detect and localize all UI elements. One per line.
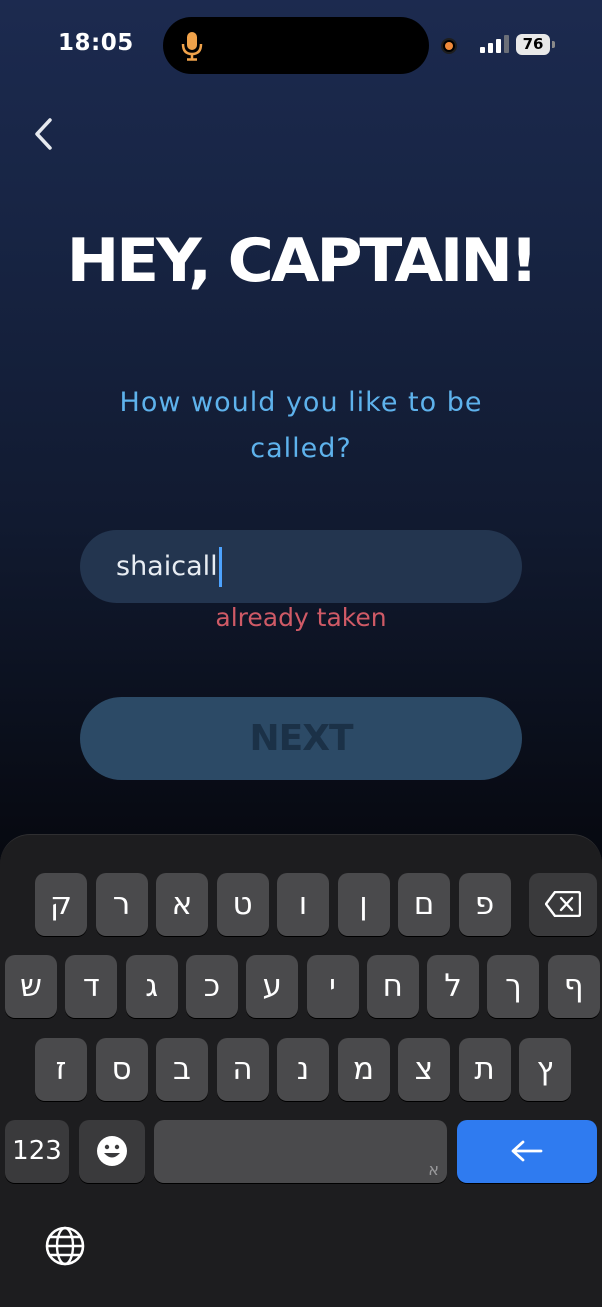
key-letter[interactable]: ב — [156, 1038, 208, 1101]
key-letter[interactable]: ץ — [519, 1038, 571, 1101]
key-letter[interactable]: ש — [5, 955, 57, 1018]
space-language-hint: א — [428, 1160, 439, 1179]
chevron-left-icon — [35, 118, 52, 150]
key-letter[interactable]: ק — [35, 873, 87, 936]
globe-icon[interactable] — [44, 1225, 86, 1267]
delete-key[interactable] — [529, 873, 597, 936]
key-letter[interactable]: פ — [458, 873, 511, 936]
key-letter[interactable]: ל — [427, 955, 480, 1018]
backspace-icon — [544, 890, 582, 918]
key-letter[interactable]: נ — [277, 1038, 329, 1101]
signal-icon — [480, 35, 509, 53]
emoji-icon — [97, 1136, 127, 1166]
key-letter[interactable]: ט — [216, 873, 269, 936]
space-key[interactable]: א — [154, 1120, 447, 1183]
key-letter[interactable]: מ — [337, 1038, 390, 1101]
page-title: HEY, CAPTAIN! — [66, 226, 539, 296]
text-caret — [218, 546, 222, 587]
key-letter[interactable]: ד — [65, 955, 118, 1018]
recording-indicator-icon — [441, 38, 457, 54]
username-input-value: shaicall — [116, 551, 218, 582]
emoji-key[interactable] — [79, 1120, 145, 1183]
username-input[interactable]: shaicall — [80, 530, 522, 603]
key-letter[interactable]: ו — [277, 873, 329, 936]
key-letter[interactable]: ך — [487, 955, 540, 1018]
next-button[interactable]: NEXT — [80, 697, 522, 780]
key-letter[interactable]: ע — [246, 955, 299, 1018]
key-letter[interactable]: ם — [398, 873, 450, 936]
back-button[interactable] — [28, 112, 62, 156]
battery-icon: 76 — [516, 34, 556, 56]
key-letter[interactable]: כ — [185, 955, 238, 1018]
return-key[interactable] — [457, 1120, 597, 1183]
return-arrow-icon — [511, 1140, 543, 1162]
key-letter[interactable]: ן — [337, 873, 390, 936]
signup-screen: 18:05 76 HEY, CAPTAIN! How would you lik… — [0, 0, 602, 1307]
microphone-icon — [181, 32, 203, 61]
key-letter[interactable]: ס — [95, 1038, 148, 1101]
key-letter[interactable]: י — [306, 955, 359, 1018]
page-subtitle: How would you like to be called? — [119, 387, 483, 464]
username-error: already taken — [215, 603, 387, 632]
key-letter[interactable]: א — [156, 873, 208, 936]
key-letter[interactable]: צ — [398, 1038, 450, 1101]
key-letter[interactable]: ח — [366, 955, 419, 1018]
key-letter[interactable]: ר — [95, 873, 148, 936]
numbers-key[interactable]: 123 — [5, 1120, 69, 1183]
key-letter[interactable]: ז — [35, 1038, 87, 1101]
key-letter[interactable]: ג — [125, 955, 178, 1018]
dynamic-island — [163, 17, 429, 74]
status-time: 18:05 — [58, 30, 134, 56]
key-letter[interactable]: ת — [458, 1038, 511, 1101]
key-letter[interactable]: ף — [547, 955, 600, 1018]
battery-level: 76 — [516, 34, 550, 55]
key-letter[interactable]: ה — [216, 1038, 269, 1101]
